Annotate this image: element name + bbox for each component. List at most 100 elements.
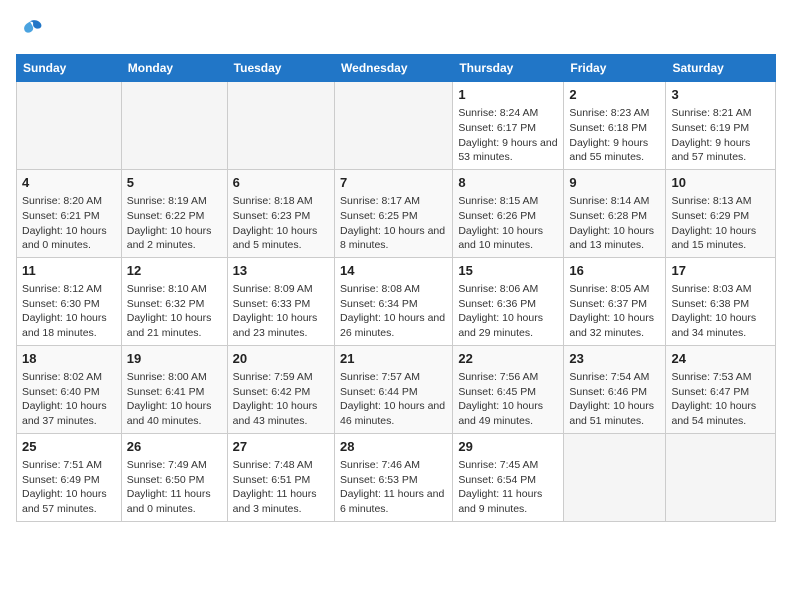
day-info: Sunrise: 8:15 AM: [458, 194, 558, 209]
table-row: [227, 82, 334, 170]
day-number: 11: [22, 262, 116, 280]
calendar-table: SundayMondayTuesdayWednesdayThursdayFrid…: [16, 54, 776, 522]
day-info: Sunset: 6:37 PM: [569, 297, 660, 312]
day-info: Sunrise: 7:56 AM: [458, 370, 558, 385]
day-info: Daylight: 10 hours and 43 minutes.: [233, 399, 329, 428]
day-number: 9: [569, 174, 660, 192]
table-row: [17, 82, 122, 170]
table-row: 4 Sunrise: 8:20 AMSunset: 6:21 PMDaylight…: [17, 169, 122, 257]
table-row: 17Sunrise: 8:03 AMSunset: 6:38 PMDayligh…: [666, 257, 776, 345]
day-number: 23: [569, 350, 660, 368]
table-row: 15Sunrise: 8:06 AMSunset: 6:36 PMDayligh…: [453, 257, 564, 345]
day-info: Sunset: 6:21 PM: [22, 209, 116, 224]
day-number: 16: [569, 262, 660, 280]
day-info: Daylight: 10 hours and 46 minutes.: [340, 399, 447, 428]
day-info: Daylight: 10 hours and 26 minutes.: [340, 311, 447, 340]
table-row: [666, 433, 776, 521]
day-number: 4: [22, 174, 116, 192]
table-row: [564, 433, 666, 521]
day-number: 24: [671, 350, 770, 368]
day-info: Sunrise: 7:57 AM: [340, 370, 447, 385]
day-info: Sunset: 6:22 PM: [127, 209, 222, 224]
day-number: 1: [458, 86, 558, 104]
day-info: Sunrise: 8:00 AM: [127, 370, 222, 385]
day-info: Daylight: 10 hours and 23 minutes.: [233, 311, 329, 340]
table-row: 1Sunrise: 8:24 AMSunset: 6:17 PMDaylight…: [453, 82, 564, 170]
day-info: Sunrise: 8:19 AM: [127, 194, 222, 209]
day-number: 8: [458, 174, 558, 192]
table-row: 19Sunrise: 8:00 AMSunset: 6:41 PMDayligh…: [121, 345, 227, 433]
day-number: 20: [233, 350, 329, 368]
table-row: 2Sunrise: 8:23 AMSunset: 6:18 PMDaylight…: [564, 82, 666, 170]
table-row: 28Sunrise: 7:46 AMSunset: 6:53 PMDayligh…: [335, 433, 453, 521]
day-info: Sunrise: 8:08 AM: [340, 282, 447, 297]
day-info: Sunset: 6:36 PM: [458, 297, 558, 312]
col-header-friday: Friday: [564, 55, 666, 82]
table-row: 29Sunrise: 7:45 AMSunset: 6:54 PMDayligh…: [453, 433, 564, 521]
day-info: Daylight: 11 hours and 0 minutes.: [127, 487, 222, 516]
day-number: 15: [458, 262, 558, 280]
day-info: Sunrise: 8:09 AM: [233, 282, 329, 297]
day-number: 10: [671, 174, 770, 192]
day-info: Sunset: 6:49 PM: [22, 473, 116, 488]
day-info: Sunrise: 8:12 AM: [22, 282, 116, 297]
col-header-tuesday: Tuesday: [227, 55, 334, 82]
day-info: Sunset: 6:30 PM: [22, 297, 116, 312]
day-info: Sunrise: 8:24 AM: [458, 106, 558, 121]
day-info: Sunset: 6:25 PM: [340, 209, 447, 224]
day-info: Daylight: 9 hours and 53 minutes.: [458, 136, 558, 165]
day-info: Daylight: 10 hours and 15 minutes.: [671, 224, 770, 253]
day-info: Daylight: 10 hours and 32 minutes.: [569, 311, 660, 340]
day-info: Sunset: 6:47 PM: [671, 385, 770, 400]
day-info: Daylight: 11 hours and 9 minutes.: [458, 487, 558, 516]
day-info: Sunrise: 8:03 AM: [671, 282, 770, 297]
table-row: 12Sunrise: 8:10 AMSunset: 6:32 PMDayligh…: [121, 257, 227, 345]
day-info: Daylight: 10 hours and 8 minutes.: [340, 224, 447, 253]
table-row: 26Sunrise: 7:49 AMSunset: 6:50 PMDayligh…: [121, 433, 227, 521]
col-header-sunday: Sunday: [17, 55, 122, 82]
table-row: 11Sunrise: 8:12 AMSunset: 6:30 PMDayligh…: [17, 257, 122, 345]
day-info: Sunrise: 8:02 AM: [22, 370, 116, 385]
logo-bird-icon: [16, 16, 44, 44]
day-info: Sunrise: 8:21 AM: [671, 106, 770, 121]
day-info: Sunrise: 8:23 AM: [569, 106, 660, 121]
day-number: 3: [671, 86, 770, 104]
day-number: 17: [671, 262, 770, 280]
day-number: 21: [340, 350, 447, 368]
day-info: Daylight: 10 hours and 57 minutes.: [22, 487, 116, 516]
page-header: [16, 16, 776, 44]
day-info: Sunset: 6:44 PM: [340, 385, 447, 400]
day-info: Sunset: 6:53 PM: [340, 473, 447, 488]
table-row: 18Sunrise: 8:02 AMSunset: 6:40 PMDayligh…: [17, 345, 122, 433]
col-header-monday: Monday: [121, 55, 227, 82]
day-info: Sunset: 6:34 PM: [340, 297, 447, 312]
day-info: Daylight: 10 hours and 0 minutes.: [22, 224, 116, 253]
day-info: Sunset: 6:33 PM: [233, 297, 329, 312]
day-info: Sunrise: 8:13 AM: [671, 194, 770, 209]
day-info: Sunset: 6:32 PM: [127, 297, 222, 312]
day-info: Sunrise: 8:20 AM: [22, 194, 116, 209]
day-info: Daylight: 10 hours and 49 minutes.: [458, 399, 558, 428]
day-number: 12: [127, 262, 222, 280]
day-info: Daylight: 9 hours and 55 minutes.: [569, 136, 660, 165]
day-info: Sunset: 6:29 PM: [671, 209, 770, 224]
table-row: 7Sunrise: 8:17 AMSunset: 6:25 PMDaylight…: [335, 169, 453, 257]
day-info: Daylight: 10 hours and 34 minutes.: [671, 311, 770, 340]
day-info: Sunset: 6:26 PM: [458, 209, 558, 224]
day-info: Daylight: 10 hours and 2 minutes.: [127, 224, 222, 253]
day-info: Sunrise: 7:53 AM: [671, 370, 770, 385]
day-info: Daylight: 10 hours and 51 minutes.: [569, 399, 660, 428]
day-info: Sunset: 6:51 PM: [233, 473, 329, 488]
day-info: Sunrise: 8:17 AM: [340, 194, 447, 209]
table-row: 24Sunrise: 7:53 AMSunset: 6:47 PMDayligh…: [666, 345, 776, 433]
day-info: Sunset: 6:42 PM: [233, 385, 329, 400]
table-row: 25Sunrise: 7:51 AMSunset: 6:49 PMDayligh…: [17, 433, 122, 521]
col-header-wednesday: Wednesday: [335, 55, 453, 82]
day-info: Sunset: 6:18 PM: [569, 121, 660, 136]
day-info: Sunrise: 7:45 AM: [458, 458, 558, 473]
day-info: Daylight: 10 hours and 21 minutes.: [127, 311, 222, 340]
day-number: 29: [458, 438, 558, 456]
day-number: 22: [458, 350, 558, 368]
table-row: 8Sunrise: 8:15 AMSunset: 6:26 PMDaylight…: [453, 169, 564, 257]
table-row: 9Sunrise: 8:14 AMSunset: 6:28 PMDaylight…: [564, 169, 666, 257]
